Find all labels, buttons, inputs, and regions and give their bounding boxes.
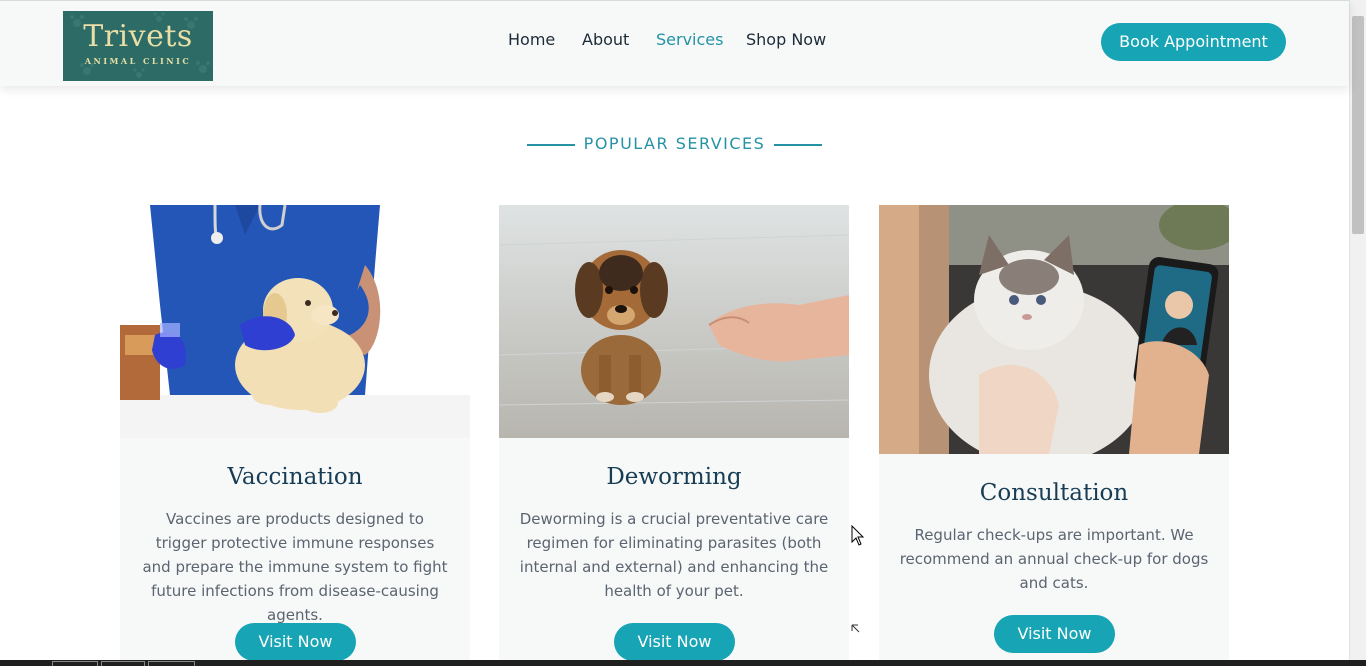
nav-item-shop-now[interactable]: Shop Now bbox=[746, 30, 826, 49]
mouse-cursor-icon bbox=[851, 525, 865, 546]
heading-line-right bbox=[774, 143, 823, 146]
taskbar-item[interactable] bbox=[52, 661, 98, 666]
deworming-photo bbox=[499, 205, 849, 438]
visit-now-button-consultation[interactable]: Visit Now bbox=[994, 615, 1115, 653]
taskbar-item[interactable] bbox=[101, 661, 145, 666]
service-card-deworming: Deworming Deworming is a crucial prevent… bbox=[499, 205, 849, 666]
book-appointment-button[interactable]: Book Appointment bbox=[1101, 23, 1286, 61]
scrollbar-thumb[interactable] bbox=[1352, 16, 1364, 234]
heading-line-left bbox=[526, 143, 575, 146]
taskbar-strip bbox=[0, 660, 1366, 666]
nav-item-home[interactable]: Home bbox=[508, 30, 555, 49]
card-description: Regular check-ups are important. We reco… bbox=[899, 526, 1209, 592]
logo-title: Trivets bbox=[83, 19, 193, 54]
card-title: Vaccination bbox=[227, 464, 363, 490]
consultation-photo bbox=[879, 205, 1229, 454]
page-scrollbar[interactable] bbox=[1349, 0, 1366, 666]
vet-holding-puppy-image bbox=[120, 205, 470, 438]
section-heading-text: POPULAR SERVICES bbox=[583, 134, 766, 153]
puppy-and-hand-image bbox=[499, 205, 849, 438]
taskbar-item[interactable] bbox=[148, 661, 195, 666]
card-title: Consultation bbox=[979, 480, 1129, 506]
cat-video-call-image bbox=[879, 205, 1229, 454]
section-heading: POPULAR SERVICES bbox=[0, 134, 1349, 153]
card-description: Vaccines are products designed to trigge… bbox=[142, 510, 448, 624]
visit-now-button-vaccination[interactable]: Visit Now bbox=[235, 623, 356, 661]
visit-now-button-deworming[interactable]: Visit Now bbox=[614, 623, 735, 661]
site-header: Trivets ANIMAL CLINIC Home About Service… bbox=[0, 0, 1349, 86]
nav-item-about[interactable]: About bbox=[582, 30, 629, 49]
clinic-logo[interactable]: Trivets ANIMAL CLINIC bbox=[63, 11, 213, 81]
vaccination-photo bbox=[120, 205, 470, 438]
nav-item-services[interactable]: Services bbox=[656, 30, 723, 49]
logo-subtitle: ANIMAL CLINIC bbox=[84, 56, 192, 66]
service-card-consultation: Consultation Regular check-ups are impor… bbox=[879, 205, 1229, 666]
resize-cursor-icon bbox=[851, 624, 860, 633]
card-description: Deworming is a crucial preventative care… bbox=[519, 510, 829, 600]
card-title: Deworming bbox=[606, 464, 742, 490]
service-card-vaccination: Vaccination Vaccines are products design… bbox=[120, 205, 470, 666]
